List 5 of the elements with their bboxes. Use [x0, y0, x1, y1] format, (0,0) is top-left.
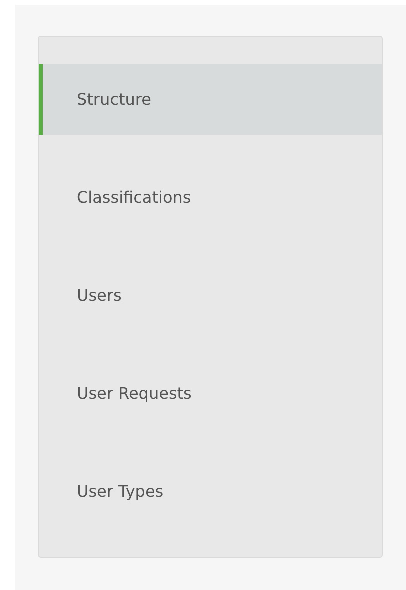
- menu-item[interactable]: Structure: [39, 64, 382, 135]
- menu-item[interactable]: User Types: [39, 456, 382, 527]
- menu-item[interactable]: Classifications: [39, 162, 382, 233]
- menu-item[interactable]: Users: [39, 260, 382, 331]
- menu-item[interactable]: User Requests: [39, 358, 382, 429]
